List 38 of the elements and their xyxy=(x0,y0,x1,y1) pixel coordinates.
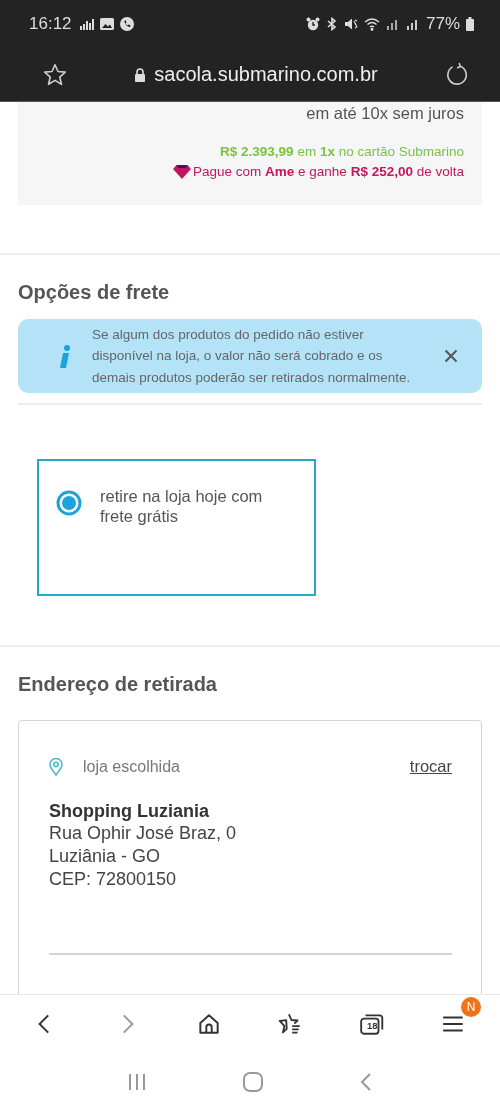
tabs-icon[interactable] xyxy=(359,1011,386,1037)
notification-badge: N xyxy=(461,997,481,1017)
ame-offer-text: Pague com Ame e ganhe R$ 252,00 de volta xyxy=(193,164,464,179)
address-line: CEP: 72800150 xyxy=(49,868,178,891)
notice-text: Se algum dos produtos do pedido não estiver disponível na loja, o valor não será cobrado e os demais produtos poderão ser retirados normalmente. xyxy=(92,325,412,387)
section-heading: Endereço de retirada xyxy=(18,673,218,696)
card-offer-text: R$ 2.393,99 em 1x no cartão Submarino xyxy=(220,144,464,159)
wifi-icon xyxy=(363,17,380,31)
bluetooth-icon xyxy=(325,17,338,31)
star-icon[interactable] xyxy=(42,61,68,88)
signal-icon xyxy=(385,18,400,30)
installments-text: em até 10x sem juros xyxy=(306,103,464,124)
tab-count: 18 xyxy=(365,1020,379,1032)
address-line: Luziânia - GO xyxy=(49,845,162,868)
battery-icon xyxy=(466,17,474,31)
battery-level: 77% xyxy=(425,14,460,34)
shipping-option[interactable]: retire na loja hoje com frete grátis xyxy=(37,459,316,596)
close-icon[interactable] xyxy=(444,349,458,363)
signal-icon xyxy=(405,18,420,30)
address-line: Rua Ophir José Braz, 0 xyxy=(49,822,238,845)
radio-selected-icon[interactable] xyxy=(56,490,82,516)
recent-apps-icon[interactable] xyxy=(127,1073,148,1091)
store-label: loja escolhida xyxy=(83,757,181,776)
diamond-icon xyxy=(173,164,191,179)
lock-icon xyxy=(134,67,147,82)
alarm-icon xyxy=(305,17,320,31)
store-name: Shopping Luziania xyxy=(49,800,210,822)
image-icon xyxy=(99,18,114,30)
location-pin-icon xyxy=(49,757,63,776)
clock-time: 16:12 xyxy=(29,14,72,34)
mute-icon xyxy=(343,17,358,31)
section-heading: Opções de frete xyxy=(18,281,171,304)
phone-call-icon xyxy=(119,17,134,31)
reload-icon[interactable] xyxy=(444,61,470,88)
info-icon xyxy=(58,344,70,368)
equalizer-icon xyxy=(79,18,94,30)
url-text[interactable]: sacola.submarino.com.br xyxy=(154,63,378,86)
change-store-link[interactable]: trocar xyxy=(409,757,452,776)
